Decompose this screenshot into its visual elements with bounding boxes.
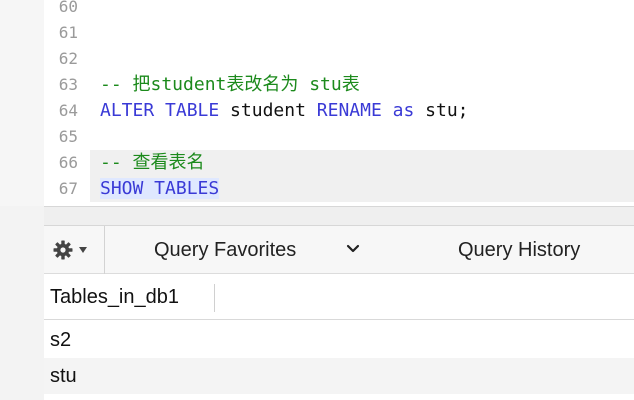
line-number: 63: [58, 75, 78, 94]
line-number: 60: [58, 0, 78, 16]
column-divider[interactable]: [214, 284, 215, 312]
table-cell: stu: [50, 365, 77, 387]
query-favorites-button[interactable]: Query Favorites: [154, 239, 296, 262]
chevron-down-icon[interactable]: [346, 241, 360, 259]
code-text: SHOW TABLES: [100, 176, 220, 202]
table-row[interactable]: stu: [44, 358, 634, 394]
code-text: -- 把student表改名为 stu表: [100, 72, 360, 98]
line-number: 64: [58, 101, 78, 120]
gear-icon: [52, 239, 74, 261]
code-text: -- 查看表名: [100, 150, 205, 176]
sql-identifier: student: [219, 100, 317, 121]
sql-identifier: stu;: [414, 100, 469, 121]
gear-menu-button[interactable]: [52, 236, 98, 264]
editor-line-62[interactable]: 62: [0, 46, 634, 72]
editor-line-60[interactable]: 60: [0, 0, 634, 20]
query-history-button[interactable]: Query History: [458, 239, 580, 262]
editor-line-66[interactable]: 66 -- 查看表名: [0, 150, 634, 176]
line-number: 62: [58, 49, 78, 68]
left-gutter-strip: [0, 206, 44, 400]
table-header: Tables_in_db1: [44, 274, 634, 320]
sql-keyword: SHOW TABLES: [100, 178, 220, 199]
query-toolbar: Query Favorites Query History: [44, 226, 634, 274]
sql-keyword: ALTER TABLE: [100, 100, 220, 121]
column-header[interactable]: Tables_in_db1: [50, 286, 179, 309]
sql-keyword: RENAME as: [316, 100, 415, 121]
sql-comment: -- 把student表改名为 stu表: [100, 74, 360, 95]
code-text: ALTER TABLE student RENAME as stu;: [100, 98, 469, 124]
editor-line-64[interactable]: 64 ALTER TABLE student RENAME as stu;: [0, 98, 634, 124]
line-number: 61: [58, 23, 78, 42]
caret-down-icon: [78, 246, 88, 254]
sql-editor[interactable]: 60 61 62 63 -- 把student表改名为 stu表 64 ALTE…: [0, 0, 634, 206]
editor-line-61[interactable]: 61: [0, 20, 634, 46]
line-number: 66: [58, 153, 78, 172]
split-divider[interactable]: [44, 206, 634, 226]
toolbar-divider: [104, 226, 105, 274]
line-number: 65: [58, 127, 78, 146]
results-table: Tables_in_db1 s2 stu: [44, 274, 634, 400]
editor-line-65[interactable]: 65: [0, 124, 634, 150]
editor-line-63[interactable]: 63 -- 把student表改名为 stu表: [0, 72, 634, 98]
sql-comment: -- 查看表名: [100, 152, 205, 173]
line-number: 67: [58, 179, 78, 198]
editor-line-67[interactable]: 67 SHOW TABLES: [0, 176, 634, 202]
table-cell: s2: [50, 329, 72, 351]
table-row[interactable]: s2: [44, 322, 634, 358]
